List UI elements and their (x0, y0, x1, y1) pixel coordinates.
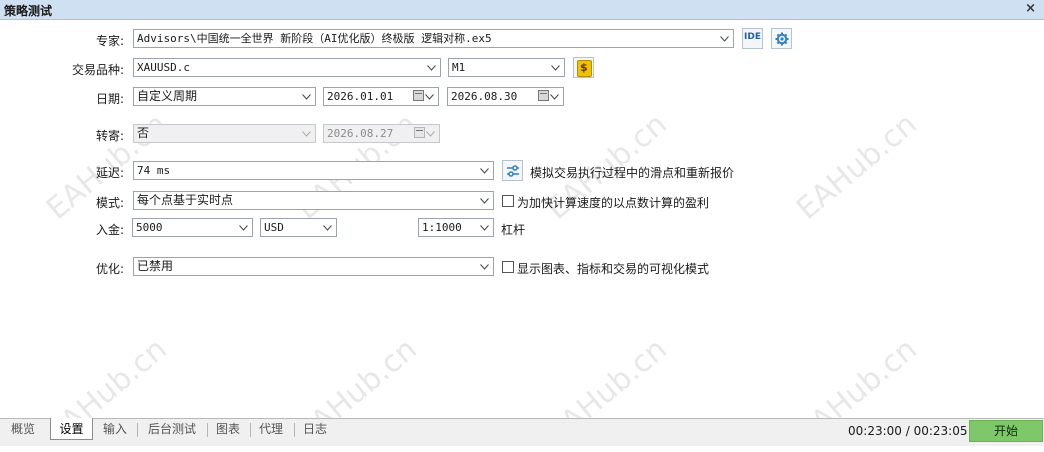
tab-settings[interactable]: 设置 (50, 418, 93, 440)
chevron-down-icon (426, 125, 436, 142)
symbol-value: XAUUSD.c (137, 61, 190, 74)
delay-label: 延迟: (95, 166, 124, 180)
close-icon[interactable]: × (1025, 1, 1036, 16)
visual-mode-checkbox[interactable] (502, 261, 514, 273)
deposit-label: 入金: (95, 223, 124, 237)
timeframe-value: M1 (452, 61, 466, 74)
expert-select[interactable]: Advisors\中国统一全世界 新阶段（AI优化版）终极版 逻辑对称.ex5 (133, 29, 734, 48)
tab-divider (294, 423, 295, 437)
tab-journal[interactable]: 日志 (297, 420, 333, 440)
expert-label: 专家: (95, 34, 124, 48)
calendar-icon (538, 90, 549, 101)
date-mode-select[interactable]: 自定义周期 (133, 87, 316, 106)
chevron-down-icon (302, 125, 312, 142)
delay-description: 模拟交易执行过程中的滑点和重新报价 (530, 166, 735, 180)
chevron-down-icon (720, 30, 730, 47)
date-to-picker[interactable]: 2026.08.30 (447, 87, 564, 106)
chevron-down-icon (551, 59, 561, 76)
symbol-select[interactable]: XAUUSD.c (133, 58, 441, 77)
deposit-amount-select[interactable]: 5000 (132, 218, 253, 237)
chevron-down-icon (302, 88, 312, 105)
tab-agents[interactable]: 代理 (253, 420, 289, 440)
optimization-value: 已禁用 (137, 259, 174, 273)
leverage-label: 杠杆 (501, 223, 526, 237)
chevron-down-icon (425, 88, 435, 105)
dates-label: 日期: (95, 92, 124, 106)
tab-overview[interactable]: 概览 (0, 420, 46, 440)
gear-icon (775, 32, 789, 49)
tab-divider (250, 423, 251, 437)
chevron-down-icon (550, 88, 560, 105)
tab-backtest[interactable]: 后台测试 (140, 420, 204, 440)
watermark-text: EAHub.cn (790, 106, 924, 227)
model-value: 每个点基于实时点 (137, 193, 234, 207)
tab-divider (207, 423, 208, 437)
forward-date-value: 2026.08.27 (327, 127, 394, 140)
ide-button[interactable]: IDE (742, 28, 763, 49)
start-button[interactable]: 开始 (969, 420, 1043, 442)
delay-select[interactable]: 74 ms (133, 161, 494, 180)
tab-graph[interactable]: 图表 (210, 420, 246, 440)
forward-label: 转寄: (95, 129, 124, 143)
leverage-select[interactable]: 1:1000 (418, 218, 494, 237)
forward-value: 否 (137, 126, 150, 140)
delay-settings-button[interactable] (502, 160, 523, 181)
symbol-label: 交易品种: (71, 63, 124, 77)
calendar-icon (413, 90, 424, 101)
leverage-value: 1:1000 (422, 221, 462, 234)
chevron-down-icon (239, 219, 249, 236)
optimization-select[interactable]: 已禁用 (133, 257, 494, 276)
chevron-down-icon (480, 219, 490, 236)
symbol-properties-button[interactable]: $ (573, 57, 594, 78)
chevron-down-icon (323, 219, 333, 236)
forward-select[interactable]: 否 (133, 124, 316, 143)
date-from-value: 2026.01.01 (327, 90, 394, 103)
deposit-amount-value: 5000 (136, 221, 163, 234)
ide-label: IDE (744, 32, 761, 42)
model-label: 模式: (95, 196, 124, 210)
sliders-icon (506, 164, 520, 181)
profit-in-pips-label: 为加快计算速度的以点数计算的盈利 (517, 196, 710, 210)
window-title: 策略测试 (4, 4, 53, 18)
test-timer: 00:23:00 / 00:23:05 (848, 424, 968, 438)
model-select[interactable]: 每个点基于实时点 (133, 191, 494, 210)
profit-in-pips-checkbox[interactable] (502, 195, 514, 207)
currency-select[interactable]: USD (260, 218, 337, 237)
tab-divider (137, 423, 138, 437)
chevron-down-icon (480, 258, 490, 275)
calendar-icon (414, 127, 425, 138)
timeframe-select[interactable]: M1 (448, 58, 565, 77)
window-titlebar: 策略测试 × (0, 0, 1044, 20)
chevron-down-icon (427, 59, 437, 76)
forward-date-picker[interactable]: 2026.08.27 (323, 124, 440, 143)
delay-value: 74 ms (137, 164, 171, 177)
optimization-label: 优化: (95, 262, 124, 276)
chevron-down-icon (480, 162, 490, 179)
date-mode-value: 自定义周期 (137, 89, 198, 103)
chevron-down-icon (480, 192, 490, 209)
settings-button[interactable] (771, 28, 792, 49)
tab-inputs[interactable]: 输入 (96, 420, 134, 440)
date-from-picker[interactable]: 2026.01.01 (323, 87, 439, 106)
visual-mode-label: 显示图表、指标和交易的可视化模式 (517, 262, 710, 276)
currency-value: USD (264, 221, 284, 234)
symbol-icon-glyph: $ (580, 61, 588, 74)
expert-value: Advisors\中国统一全世界 新阶段（AI优化版）终极版 逻辑对称.ex5 (137, 32, 492, 45)
date-to-value: 2026.08.30 (451, 90, 518, 103)
